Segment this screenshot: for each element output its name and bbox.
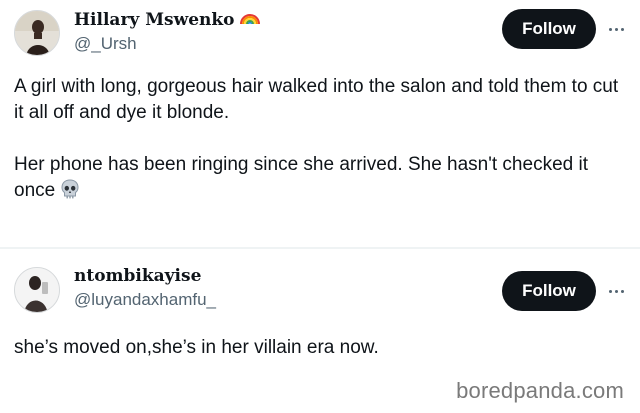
tweet-text: A girl with long, gorgeous hair walked i… [14,74,629,208]
display-name[interactable]: Hillary Mswenko [74,10,235,30]
avatar[interactable] [14,267,60,313]
watermark: boredpanda.com [456,378,624,403]
more-horizontal-icon[interactable] [604,17,628,41]
tweet-hillary: Hillary Mswenko @_Ursh Follow A girl wit… [0,0,640,248]
follow-button[interactable]: Follow [502,271,596,311]
author-line: ntombikayise [74,266,201,286]
avatar[interactable] [14,10,60,56]
rainbow-icon [239,11,260,30]
tweet-text: she’s moved on,she’s in her villain era … [14,337,379,358]
handle[interactable]: @_Ursh [74,34,137,54]
display-name[interactable]: ntombikayise [74,266,201,286]
follow-button[interactable]: Follow [502,9,596,49]
handle[interactable]: @luyandaxhamfu_ [74,290,216,310]
skull-icon [59,178,81,208]
more-horizontal-icon[interactable] [604,279,628,303]
avatar-photo [15,268,59,312]
author-line: Hillary Mswenko [74,10,260,30]
tweet-body: A girl with long, gorgeous hair walked i… [14,76,619,201]
avatar-photo [15,11,59,55]
